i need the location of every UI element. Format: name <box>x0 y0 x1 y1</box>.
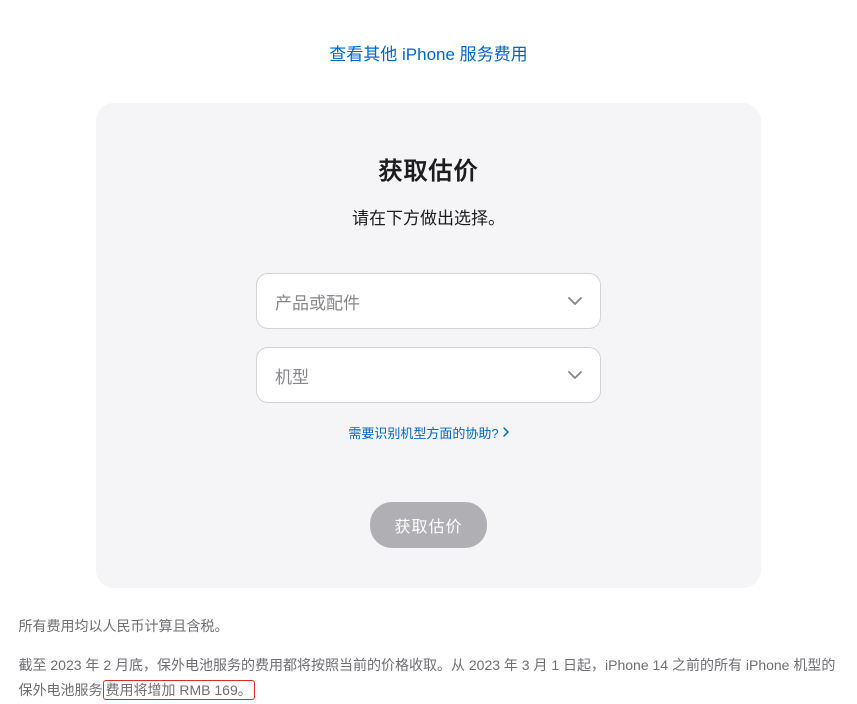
product-select[interactable]: 产品或配件 <box>256 273 601 329</box>
help-identify-model-link[interactable]: 需要识别机型方面的协助? <box>348 423 498 442</box>
model-select[interactable]: 机型 <box>256 347 601 403</box>
card-title: 获取估价 <box>379 151 479 186</box>
chevron-right-icon <box>503 424 509 442</box>
get-estimate-button[interactable]: 获取估价 <box>370 502 486 548</box>
chevron-down-icon <box>568 297 582 305</box>
product-select-placeholder: 产品或配件 <box>275 289 360 314</box>
footer-line-1: 所有费用均以人民币计算且含税。 <box>19 614 839 639</box>
footer-disclaimer: 所有费用均以人民币计算且含税。 截至 2023 年 2 月底，保外电池服务的费用… <box>9 614 849 704</box>
price-highlight: 费用将增加 RMB 169。 <box>103 680 255 700</box>
other-service-fees-link[interactable]: 查看其他 iPhone 服务费用 <box>329 40 527 65</box>
model-select-placeholder: 机型 <box>275 363 309 388</box>
footer-line-2: 截至 2023 年 2 月底，保外电池服务的费用都将按照当前的价格收取。从 20… <box>19 653 839 703</box>
chevron-down-icon <box>568 371 582 379</box>
estimate-card: 获取估价 请在下方做出选择。 产品或配件 机型 <box>96 103 761 588</box>
card-subtitle: 请在下方做出选择。 <box>352 204 505 229</box>
